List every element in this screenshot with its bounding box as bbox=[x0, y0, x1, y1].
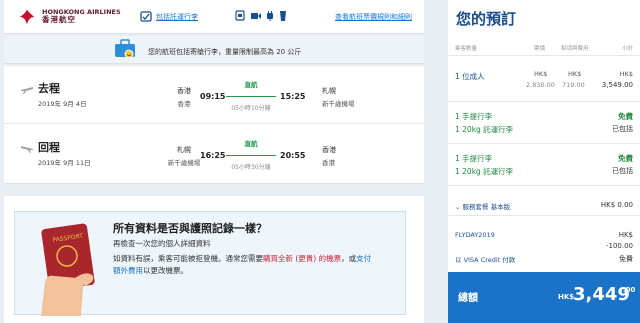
service-package-row[interactable]: ⌄ 服務套餐 基本版 HK$ 0.00 bbox=[448, 194, 640, 216]
baggage-row-outbound: 1 手提行李 免費 1 20kg 託運行李 已包括 bbox=[448, 104, 640, 144]
chevron-down-icon: ⌄ bbox=[455, 203, 463, 211]
arrival-city: 札幌 bbox=[322, 87, 336, 95]
drink-icon bbox=[280, 11, 286, 21]
departure-city: 香港 bbox=[177, 87, 191, 95]
stop-type: 直航 bbox=[244, 81, 258, 89]
flight-return: 回程 2019年 9月 11日 札幌 新千歲機場 16:25 直航 05小時30… bbox=[4, 125, 424, 183]
arrival-time: 20:55 bbox=[280, 151, 306, 160]
airline-logo-icon bbox=[19, 9, 35, 25]
route-line bbox=[226, 96, 276, 97]
payment-method: 以 VISA Credit 付款 bbox=[455, 256, 516, 264]
itinerary-header: HONGKONG AIRLINES 香港航空 包括託運行李 查看航班票價規則和細… bbox=[4, 0, 424, 34]
total-label: 總額 bbox=[458, 293, 478, 304]
baggage-included-link[interactable]: 包括託運行李 bbox=[156, 12, 198, 22]
passport-icon: PASSPORT bbox=[41, 223, 95, 316]
total-bar: 總額 HK$ 3,449 .00 bbox=[448, 272, 640, 323]
flight-duration: 05小時30分鐘 bbox=[231, 164, 271, 171]
route-line bbox=[226, 155, 276, 156]
baggage-banner: 您的航班包括寄艙行李，重量限制最高為 20 公斤 bbox=[4, 36, 424, 64]
arrival-time: 15:25 bbox=[280, 92, 306, 101]
fare-rules-link[interactable]: 查看航班票價規則和細則 bbox=[335, 12, 412, 22]
baggage-icon bbox=[140, 11, 152, 22]
flight-direction: 去程 bbox=[38, 82, 60, 95]
airplane-icon bbox=[21, 146, 33, 153]
departure-airport: 新千歲機場 bbox=[167, 159, 201, 167]
fare-value: 2,830.00 bbox=[526, 81, 555, 89]
passenger-count: 1 位成人 bbox=[455, 72, 485, 81]
passport-notice-body: 如資料有誤，乘客可能被拒登機。通常您需要購買全新 (更貴) 的機票，或支付額外費… bbox=[113, 254, 372, 275]
arrival-airport: 香港 bbox=[322, 159, 335, 167]
passport-check-card: PASSPORT 所有資料是否與護照記錄一樣？ 再檢查一次您的個人詳細資料 如資… bbox=[4, 196, 424, 323]
subtotal-value: 3,549.00 bbox=[601, 81, 633, 89]
stop-type: 直航 bbox=[244, 140, 258, 148]
passport-notice-title: 所有資料是否與護照記錄一樣？ bbox=[113, 222, 267, 235]
arrival-city: 香港 bbox=[322, 146, 336, 154]
seat-icon bbox=[235, 10, 245, 21]
total-amount: 3,449 bbox=[573, 284, 630, 305]
payment-fee: 免費 bbox=[619, 255, 633, 263]
power-plug-icon bbox=[267, 11, 273, 21]
flight-outbound: 去程 2019年 9月 4日 香港 香港 09:15 直航 05小時10分鐘 1… bbox=[4, 66, 424, 124]
flight-duration: 05小時10分鐘 bbox=[231, 105, 271, 112]
baggage-info-text: 您的航班包括寄艙行李，重量限制最高為 20 公斤 bbox=[148, 48, 302, 56]
itinerary-panel: HONGKONG AIRLINES 香港航空 包括託運行李 查看航班票價規則和細… bbox=[4, 0, 424, 323]
summary-title: 您的預訂 bbox=[456, 10, 517, 28]
baggage-row-return: 1 手提行李 免費 1 20kg 託運行李 已包括 bbox=[448, 146, 640, 186]
airline-name: HONGKONG AIRLINES 香港航空 bbox=[42, 8, 121, 24]
departure-city: 札幌 bbox=[177, 146, 191, 154]
video-icon bbox=[251, 13, 261, 19]
buy-new-ticket-text: 購買全新 (更貴) 的機票 bbox=[263, 254, 342, 263]
flight-date: 2019年 9月 4日 bbox=[38, 100, 87, 108]
departure-airport: 香港 bbox=[177, 100, 191, 108]
flight-list: 去程 2019年 9月 4日 香港 香港 09:15 直航 05小時10分鐘 1… bbox=[4, 66, 424, 184]
suitcase-icon bbox=[115, 39, 135, 59]
passenger-row: 1 位成人 HK$ HK$ HK$ 2,830.00 719.00 3,549.… bbox=[448, 62, 640, 102]
summary-columns: 乘客數量 票價 稅項與費用 小計 bbox=[448, 42, 640, 56]
airplane-icon bbox=[21, 87, 33, 94]
flight-direction: 回程 bbox=[38, 141, 60, 154]
flight-date: 2019年 9月 11日 bbox=[38, 159, 91, 167]
departure-time: 09:15 bbox=[200, 92, 226, 101]
arrival-airport: 新千歲機場 bbox=[322, 100, 355, 108]
departure-time: 16:25 bbox=[200, 151, 226, 160]
promo-code: FLYDAY2019 bbox=[455, 231, 495, 239]
booking-summary: 您的預訂 乘客數量 票價 稅項與費用 小計 1 位成人 HK$ HK$ HK$ … bbox=[448, 0, 640, 323]
passport-notice-subtitle: 再檢查一次您的個人詳細資料 bbox=[113, 239, 211, 248]
passport-notice: PASSPORT 所有資料是否與護照記錄一樣？ 再檢查一次您的個人詳細資料 如資… bbox=[14, 211, 406, 316]
tax-value: 719.00 bbox=[562, 81, 585, 89]
promo-discount: -100.00 bbox=[605, 242, 633, 250]
